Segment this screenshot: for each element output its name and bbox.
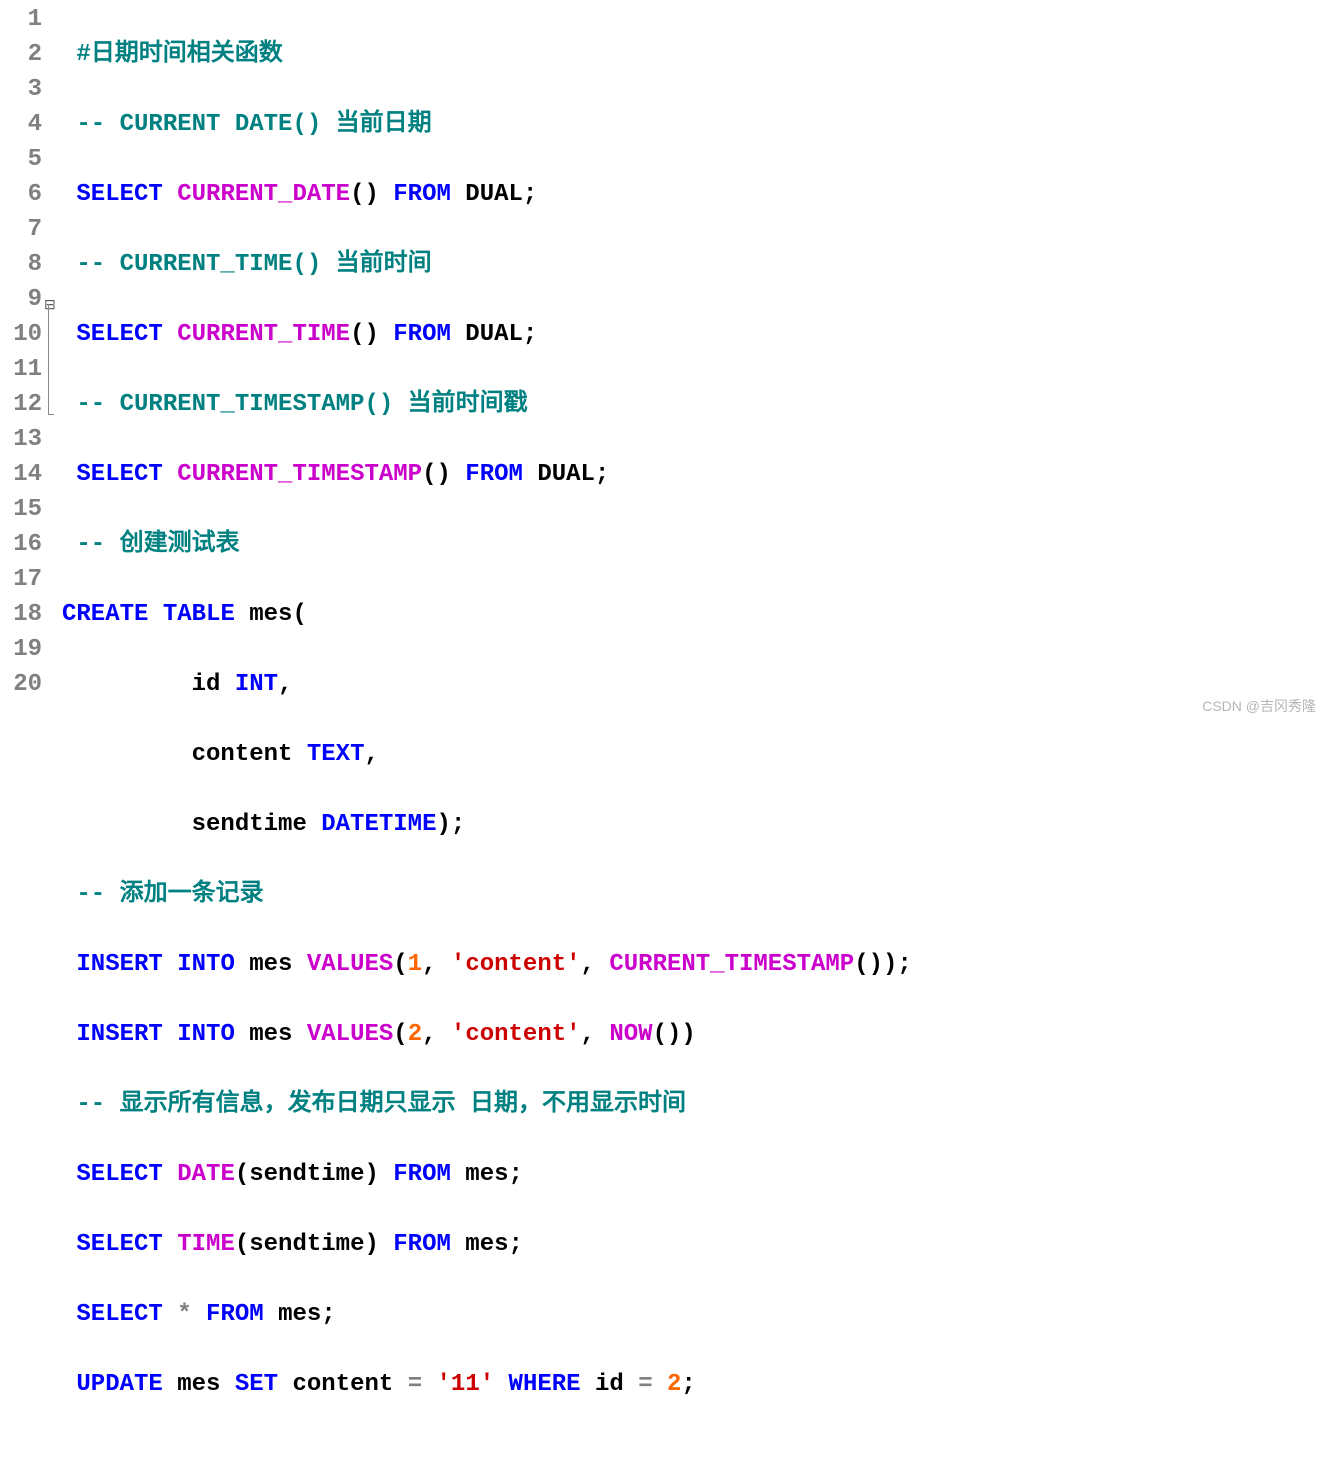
line-number: 11 [0,352,46,387]
code-line: -- CURRENT_TIME() 当前时间 [62,247,912,282]
line-number: 20 [0,667,46,702]
line-number: 4 [0,107,46,142]
code-line: SELECT * FROM mes; [62,1297,912,1332]
line-number: 13 [0,422,46,457]
code-line: -- 添加一条记录 [62,877,912,912]
fold-collapse-icon[interactable]: ⊟ [44,289,56,324]
line-number: 14 [0,457,46,492]
line-number: 1 [0,2,46,37]
line-number: 5 [0,142,46,177]
fold-guide-end [48,414,54,415]
line-number: 18 [0,597,46,632]
code-line: SELECT CURRENT_TIME() FROM DUAL; [62,317,912,352]
line-number-gutter: 1 2 3 4 5 6 7 8 9 10 11 12 13 14 15 16 1… [0,0,46,1460]
line-number: 15 [0,492,46,527]
code-line: CREATE TABLE mes( [62,597,912,632]
code-line: SELECT CURRENT_DATE() FROM DUAL; [62,177,912,212]
code-line: UPDATE mes SET content = '11' WHERE id =… [62,1367,912,1402]
line-number: 19 [0,632,46,667]
code-line: #日期时间相关函数 [62,37,912,72]
watermark-text: CSDN @吉冈秀隆 [1202,689,1316,724]
fold-guide [48,304,49,414]
line-number: 17 [0,562,46,597]
line-number: 16 [0,527,46,562]
code-line: INSERT INTO mes VALUES(2, 'content', NOW… [62,1017,912,1052]
code-line: -- 创建测试表 [62,527,912,562]
code-editor: 1 2 3 4 5 6 7 8 9 10 11 12 13 14 15 16 1… [0,0,1324,1460]
code-line: sendtime DATETIME); [62,807,912,842]
code-line: -- CURRENT_TIMESTAMP() 当前时间戳 [62,387,912,422]
line-number: 7 [0,212,46,247]
line-number: 8 [0,247,46,282]
code-line: INSERT INTO mes VALUES(1, 'content', CUR… [62,947,912,982]
code-line: SELECT CURRENT_TIMESTAMP() FROM DUAL; [62,457,912,492]
code-area[interactable]: #日期时间相关函数 -- CURRENT DATE() 当前日期 SELECT … [60,0,912,1460]
fold-column: ⊟ [46,0,60,1460]
code-line: -- CURRENT DATE() 当前日期 [62,107,912,142]
line-number: 9 [0,282,46,317]
code-line: SELECT TIME(sendtime) FROM mes; [62,1227,912,1262]
line-number: 6 [0,177,46,212]
line-number: 10 [0,317,46,352]
line-number: 12 [0,387,46,422]
code-line: SELECT DATE(sendtime) FROM mes; [62,1157,912,1192]
code-line: id INT, [62,667,912,702]
line-number: 2 [0,37,46,72]
code-line: -- 显示所有信息，发布日期只显示 日期，不用显示时间 [62,1087,912,1122]
line-number: 3 [0,72,46,107]
code-line: content TEXT, [62,737,912,772]
